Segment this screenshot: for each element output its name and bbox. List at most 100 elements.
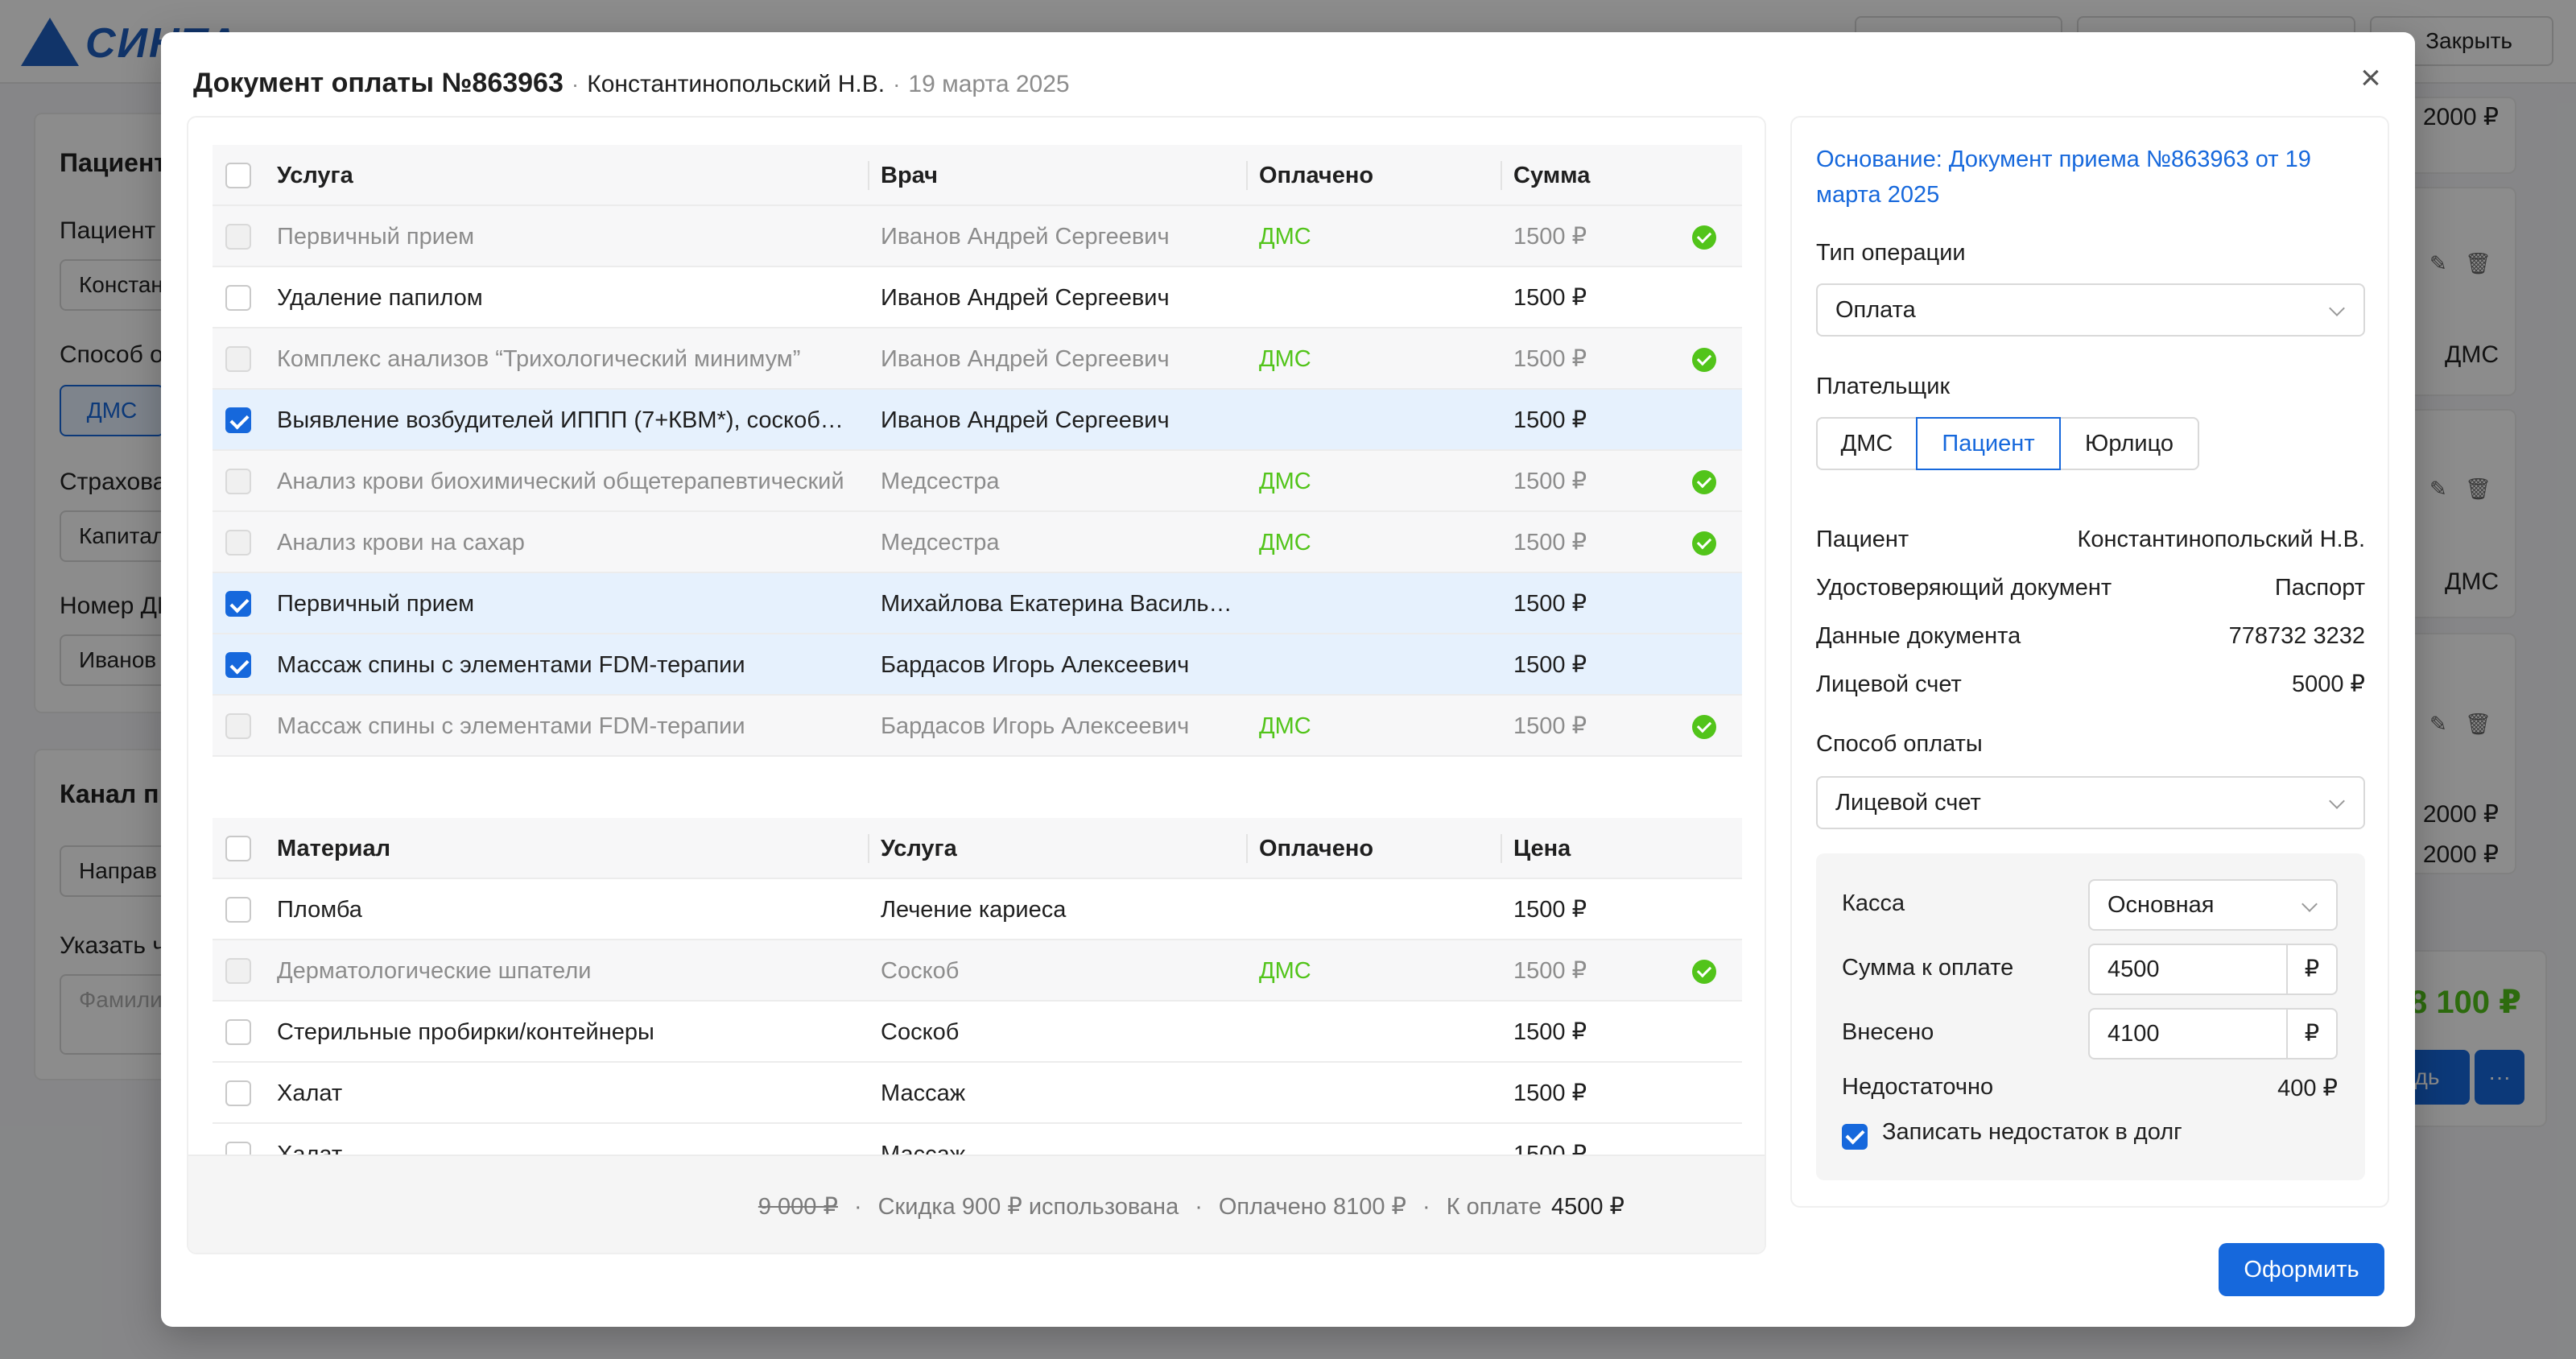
cell-paid: ДМС	[1259, 224, 1311, 250]
table-row[interactable]: Первичный прием Михайлова Екатерина Васил…	[213, 573, 1742, 634]
payer-option-patient[interactable]: Пациент	[1916, 417, 2061, 470]
cell-price: 1500 ₽	[1513, 897, 1587, 923]
table-row: Дерматологические шпатели Соскоб ДМС 1500 ₽	[213, 940, 1742, 1002]
row-checkbox[interactable]	[225, 1080, 251, 1106]
cell-paid	[1259, 879, 1501, 940]
cell-service: Комплекс анализов “Трихологический миним…	[277, 346, 801, 372]
chevron-down-icon	[2329, 793, 2345, 809]
record-debt-label[interactable]: Записать недостаток в долг	[1882, 1119, 2182, 1146]
cell-service: Массаж спины с элементами FDM-терапии	[277, 652, 745, 678]
cell-service: Соскоб	[881, 1019, 960, 1045]
row-checkbox	[225, 224, 251, 250]
summary-dot: ·	[853, 1194, 862, 1220]
cell-service: Удаление папилом	[277, 285, 483, 311]
select-all-checkbox[interactable]	[225, 836, 251, 861]
basis-document-link[interactable]: Основание: Документ приема №863963 от 19…	[1816, 142, 2363, 213]
table-row[interactable]: Удаление папилом Иванов Андрей Сергеевич 1…	[213, 267, 1742, 328]
cell-paid: ДМС	[1259, 958, 1311, 984]
payer-option-legal[interactable]: Юрлицо	[2059, 417, 2199, 470]
cell-paid	[1259, 1002, 1501, 1063]
payer-segmented-control: ДМС Пациент Юрлицо	[1816, 417, 2199, 470]
payment-summary: 9 000 ₽ · Скидка 900 ₽ использована · Оплаче…	[758, 1156, 1624, 1253]
column-header: Оплачено	[1259, 836, 1374, 861]
table-row[interactable]: Халат Массаж 1500 ₽	[213, 1063, 1742, 1124]
deposited-input[interactable]: 4100 ₽	[2088, 1008, 2338, 1060]
column-header: Сумма	[1513, 163, 1591, 188]
paid-check-icon	[1692, 960, 1716, 984]
deficit-value: 400 ₽	[2277, 1076, 2338, 1101]
column-header: Оплачено	[1259, 163, 1374, 188]
close-icon[interactable]: ×	[2351, 58, 2391, 98]
cell-sum: 1500 ₽	[1513, 591, 1587, 617]
paid-check-icon	[1692, 470, 1716, 494]
table-row[interactable]: Пломба Лечение кариеса 1500 ₽	[213, 879, 1742, 940]
column-header: Цена	[1513, 836, 1571, 861]
payer-option-dms[interactable]: ДМС	[1816, 417, 1918, 470]
paid-text: Оплачено 8100 ₽	[1218, 1194, 1407, 1220]
column-header: Материал	[277, 836, 391, 861]
table-row[interactable]: Стерильные пробирки/контейнеры Соскоб 1500…	[213, 1002, 1742, 1063]
cell-service: Анализ крови биохимический общетерапевти…	[277, 469, 844, 494]
row-checkbox	[225, 713, 251, 739]
cell-service: Массаж спины с элементами FDM-терапии	[277, 713, 745, 739]
row-checkbox[interactable]	[225, 897, 251, 923]
amount-due-input[interactable]: 4500 ₽	[2088, 944, 2338, 995]
info-value: 778732 3232	[2228, 623, 2365, 649]
info-key: Лицевой счет	[1816, 671, 1962, 697]
payer-label: Плательщик	[1816, 374, 1951, 399]
payment-settings-panel: Основание: Документ приема №863963 от 19…	[1790, 116, 2389, 1208]
cell-doctor: Бардасов Игорь Алексеевич	[881, 713, 1190, 739]
payment-summary-bar: 9 000 ₽ · Скидка 900 ₽ использована · Оплаче…	[188, 1155, 1765, 1253]
cell-material: Дерматологические шпатели	[277, 958, 592, 984]
submit-button[interactable]: Оформить	[2219, 1243, 2384, 1296]
items-scroll-area[interactable]: Услуга Врач Оплачено Сумма Первичный прием Ив…	[188, 118, 1765, 1155]
operation-type-select[interactable]: Оплата	[1816, 283, 2365, 337]
cell-price: 1500 ₽	[1513, 1019, 1587, 1045]
cell-doctor: Медсестра	[881, 530, 1000, 556]
cashbox-select[interactable]: Основная	[2088, 879, 2338, 931]
table-row[interactable]: Халат Массаж 1500 ₽	[213, 1124, 1742, 1155]
row-checkbox[interactable]	[225, 591, 251, 617]
info-row-id-document: Удостоверяющий документ Паспорт	[1816, 570, 2365, 605]
row-checkbox[interactable]	[225, 1142, 251, 1155]
cell-service: Выявление возбудителей ИППП (7+КВМ*), со…	[277, 407, 844, 433]
cell-service: Первичный прием	[277, 591, 475, 617]
row-checkbox[interactable]	[225, 407, 251, 433]
cell-doctor: Бардасов Игорь Алексеевич	[881, 652, 1190, 678]
cell-service: Лечение кариеса	[881, 897, 1067, 923]
cashbox-value: Основная	[2107, 892, 2215, 918]
cell-sum: 1500 ₽	[1513, 530, 1587, 556]
payment-method-select[interactable]: Лицевой счет	[1816, 776, 2365, 829]
info-row-personal-account: Лицевой счет 5000 ₽	[1816, 667, 2365, 702]
cell-service: Анализ крови на сахар	[277, 530, 525, 556]
payment-document-modal: Документ оплаты №863963 · Константинопол…	[161, 32, 2415, 1327]
table-row[interactable]: Массаж спины с элементами FDM-терапии Бар…	[213, 634, 1742, 696]
original-total: 9 000 ₽	[758, 1194, 838, 1220]
table-row[interactable]: Выявление возбудителей ИППП (7+КВМ*), со…	[213, 390, 1742, 451]
table-row: Первичный прием Иванов Андрей Сергеевич ДМ…	[213, 206, 1742, 267]
select-all-checkbox[interactable]	[225, 163, 251, 188]
cell-material: Пломба	[277, 897, 362, 923]
row-checkbox[interactable]	[225, 652, 251, 678]
info-value: Паспорт	[2274, 575, 2365, 601]
cell-material: Халат	[277, 1142, 343, 1155]
cell-doctor: Иванов Андрей Сергеевич	[881, 407, 1170, 433]
record-debt-checkbox[interactable]	[1842, 1124, 1868, 1150]
table-header-row: Материал Услуга Оплачено Цена	[213, 818, 1742, 879]
cell-sum: 1500 ₽	[1513, 469, 1587, 494]
row-checkbox[interactable]	[225, 1019, 251, 1045]
row-checkbox[interactable]	[225, 285, 251, 311]
amount-due-label: Сумма к оплате	[1842, 955, 2014, 981]
operation-type-label: Тип операции	[1816, 240, 1966, 266]
modal-header: Документ оплаты №863963 · Константинопол…	[193, 68, 1070, 108]
currency-addon: ₽	[2286, 1010, 2336, 1058]
modal-title: Документ оплаты №863963	[193, 68, 564, 98]
operation-type-value: Оплата	[1835, 297, 1916, 323]
cell-paid	[1259, 390, 1501, 451]
column-separator	[1501, 161, 1502, 190]
summary-dot: ·	[1195, 1194, 1203, 1220]
info-row-patient: Пациент Константинопольский Н.В.	[1816, 522, 2365, 557]
cashbox-section: Касса Основная Сумма к оплате 4500 ₽ Вне…	[1816, 853, 2365, 1180]
discount-text: Скидка 900 ₽ использована	[877, 1194, 1179, 1220]
column-separator	[1501, 834, 1502, 863]
